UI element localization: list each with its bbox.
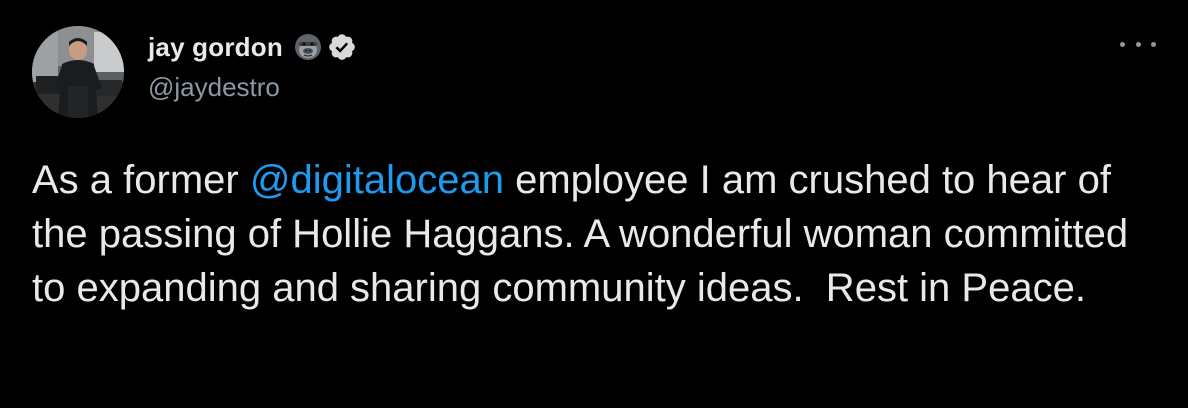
- more-options-icon[interactable]: [1120, 36, 1156, 52]
- tweet-text-before: As a former: [32, 158, 250, 202]
- gorilla-icon: [293, 32, 323, 62]
- avatar[interactable]: [32, 26, 124, 118]
- dot-icon: [1120, 41, 1125, 47]
- dot-icon: [1135, 41, 1141, 47]
- author-handle[interactable]: @jaydestro: [148, 72, 280, 103]
- dot-icon: [1151, 41, 1156, 47]
- tweet-card: jay gordon @jaydestro As a former @digit…: [0, 0, 1188, 408]
- tweet-text: As a former @digitalocean employee I am …: [32, 153, 1162, 315]
- author-name-row: jay gordon: [148, 30, 357, 64]
- mention-link[interactable]: @digitalocean: [250, 158, 504, 202]
- verified-badge-icon: [327, 32, 357, 62]
- author-display-name[interactable]: jay gordon: [148, 32, 283, 63]
